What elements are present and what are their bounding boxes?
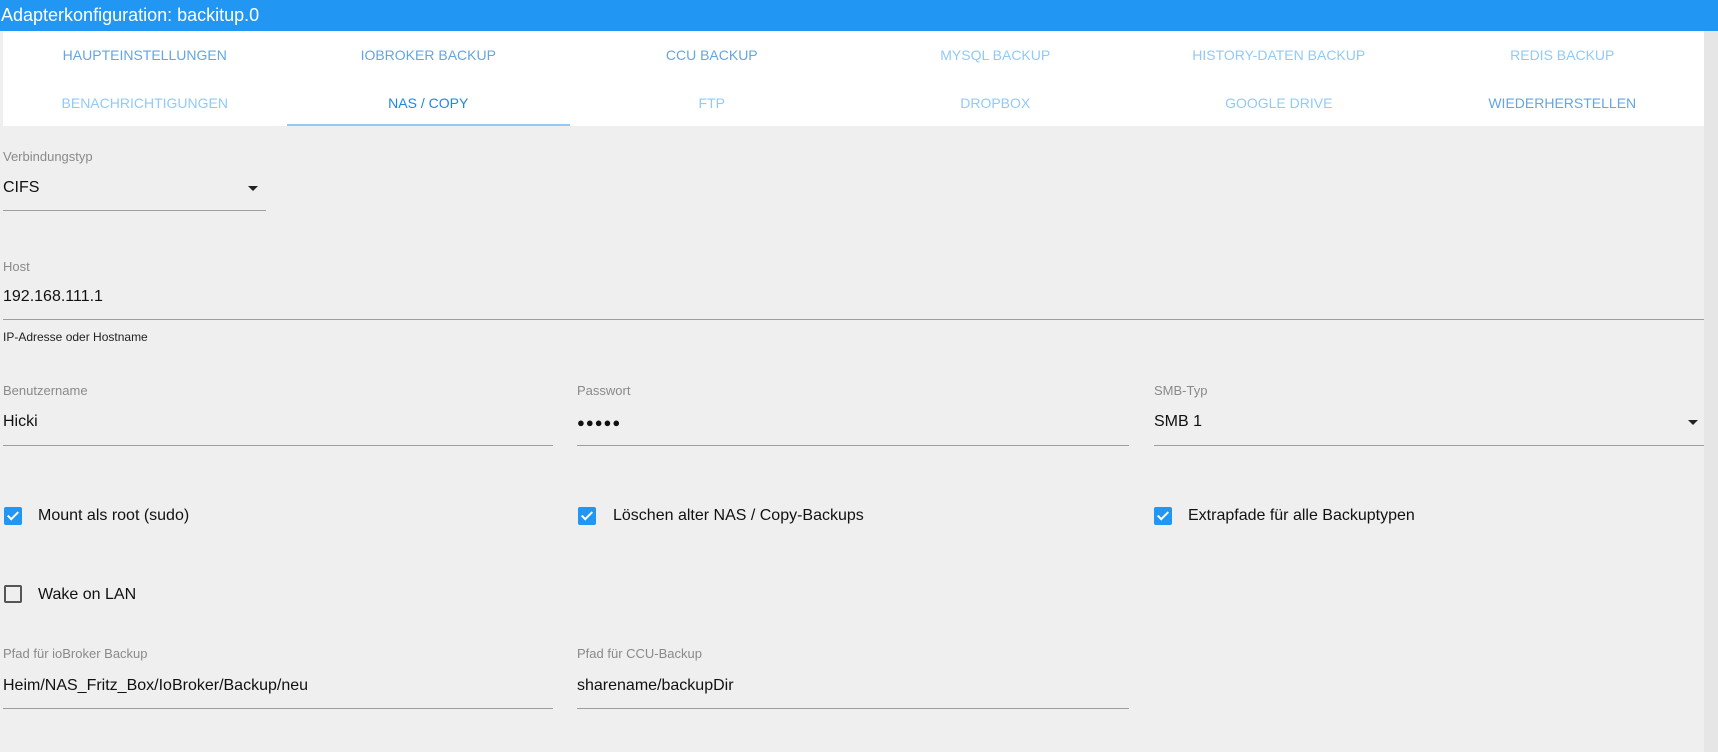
host-input[interactable]: 192.168.111.1 <box>3 288 1703 318</box>
chevron-down-icon[interactable] <box>248 186 258 191</box>
tab-haupteinstellungen[interactable]: HAUPTEINSTELLUNGEN <box>3 45 287 65</box>
delete-old-label: Löschen alter NAS / Copy-Backups <box>613 507 864 524</box>
smb-type-underline <box>1154 445 1704 446</box>
host-helper-text: IP-Adresse oder Hostname <box>3 330 148 344</box>
scrollbar[interactable] <box>1704 31 1718 752</box>
window-title: Adapterkonfiguration: backitup.0 <box>0 0 1718 31</box>
ccu-path-label: Pfad für CCU-Backup <box>577 646 702 661</box>
host-label: Host <box>3 259 30 274</box>
password-label: Passwort <box>577 383 631 398</box>
tab-google-drive[interactable]: GOOGLE DRIVE <box>1137 93 1421 113</box>
host-underline <box>3 319 1704 320</box>
smb-type-label: SMB-Typ <box>1154 383 1208 398</box>
password-input[interactable]: ●●●●● <box>577 415 1129 445</box>
tab-history-backup[interactable]: HISTORY-DATEN BACKUP <box>1137 45 1421 65</box>
iobroker-path-input[interactable]: Heim/NAS_Fritz_Box/IoBroker/Backup/neu <box>3 677 553 707</box>
connection-type-label: Verbindungstyp <box>3 149 93 164</box>
mount-root-label: Mount als root (sudo) <box>38 507 190 524</box>
iobroker-path-label: Pfad für ioBroker Backup <box>3 646 148 661</box>
wake-on-lan-checkbox[interactable] <box>4 585 22 603</box>
tab-wiederherstellen[interactable]: WIEDERHERSTELLEN <box>1421 93 1705 113</box>
connection-type-underline <box>3 210 266 211</box>
tab-dropbox[interactable]: DROPBOX <box>854 93 1138 113</box>
iobroker-path-underline <box>3 708 553 709</box>
tab-iobroker-backup[interactable]: IOBROKER BACKUP <box>287 45 571 65</box>
username-underline <box>3 445 553 446</box>
connection-type-select[interactable]: CIFS <box>3 179 266 209</box>
mount-root-checkbox[interactable] <box>4 507 22 525</box>
extra-paths-checkbox[interactable] <box>1154 507 1172 525</box>
ccu-path-input[interactable]: sharename/backupDir <box>577 677 1129 707</box>
chevron-down-icon[interactable] <box>1688 420 1698 425</box>
tab-redis-backup[interactable]: REDIS BACKUP <box>1421 45 1705 65</box>
extra-paths-label: Extrapfade für alle Backuptypen <box>1188 507 1415 524</box>
tab-benachrichtigungen[interactable]: BENACHRICHTIGUNGEN <box>3 93 287 113</box>
tab-ccu-backup[interactable]: CCU BACKUP <box>570 45 854 65</box>
smb-type-select[interactable]: SMB 1 <box>1154 413 1704 443</box>
tab-nas-copy[interactable]: NAS / COPY <box>287 93 571 113</box>
username-input[interactable]: Hicki <box>3 413 553 443</box>
tab-bar: HAUPTEINSTELLUNGEN IOBROKER BACKUP CCU B… <box>3 31 1704 126</box>
ccu-path-underline <box>577 708 1129 709</box>
tab-ftp[interactable]: FTP <box>570 93 854 113</box>
active-tab-indicator <box>287 124 570 126</box>
username-label: Benutzername <box>3 383 88 398</box>
wake-on-lan-label: Wake on LAN <box>38 586 137 603</box>
password-underline <box>577 445 1129 446</box>
tab-mysql-backup[interactable]: MYSQL BACKUP <box>854 45 1138 65</box>
delete-old-checkbox[interactable] <box>578 507 596 525</box>
